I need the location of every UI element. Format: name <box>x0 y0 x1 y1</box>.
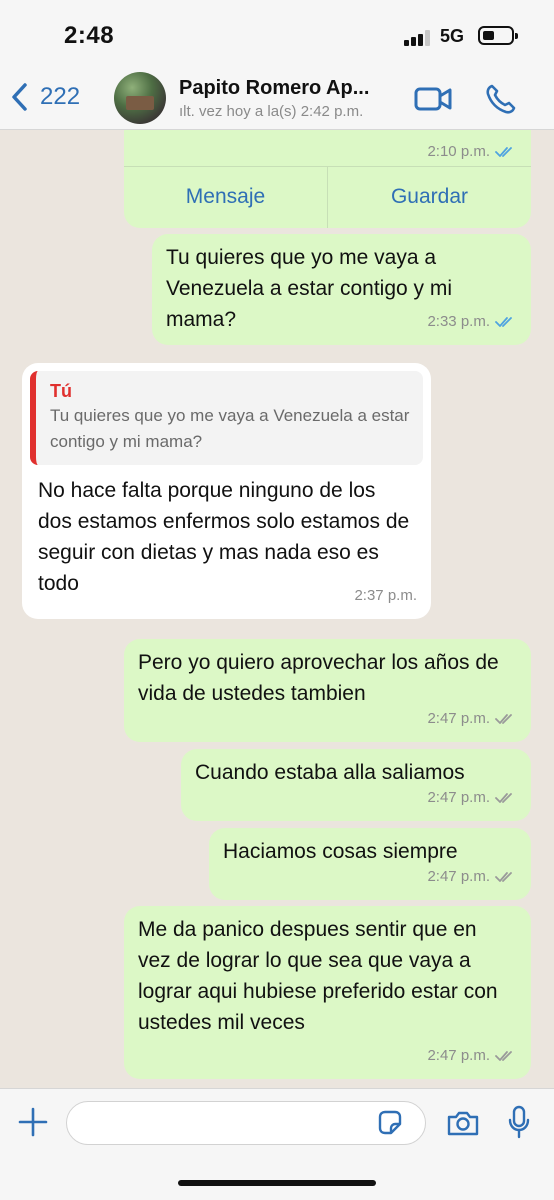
quote-text: Tu quieres que yo me vaya a Venezuela a … <box>50 406 410 451</box>
message-text: Me da panico despues sentir que en vez d… <box>138 918 498 1034</box>
message-time: 2:47 p.m. <box>427 868 490 885</box>
unread-count: 222 <box>40 83 81 110</box>
status-time: 2:48 <box>64 22 115 49</box>
message-time: 2:47 p.m. <box>427 789 490 806</box>
delivered-ticks-icon <box>495 713 512 724</box>
message-bubble-outgoing[interactable]: Cuando estaba alla saliamos 2:47 p.m. <box>181 749 531 821</box>
message-bubble-outgoing[interactable]: Tu quieres que yo me vaya a Venezuela a … <box>152 234 531 345</box>
read-ticks-icon <box>495 316 512 327</box>
attach-button[interactable] <box>18 1107 48 1142</box>
network-type: 5G <box>440 26 465 46</box>
plus-icon <box>18 1107 48 1137</box>
camera-button[interactable] <box>446 1109 480 1142</box>
avatar[interactable] <box>114 72 166 124</box>
chat-header: 222 Papito Romero Ap... ılt. vez hoy a l… <box>0 68 554 130</box>
message-time: 2:10 p.m. <box>427 143 490 160</box>
chat-area[interactable]: 2:10 p.m. Mensaje Guardar Tu quieres que… <box>0 130 554 1088</box>
last-seen-status: ılt. vez hoy a la(s) 2:42 p.m. <box>179 103 364 120</box>
quote-author: Tú <box>50 381 72 401</box>
home-indicator[interactable] <box>178 1180 376 1186</box>
quoted-message[interactable]: Tú Tu quieres que yo me vaya a Venezuela… <box>30 371 423 465</box>
sticker-button[interactable] <box>376 1109 404 1142</box>
message-time: 2:47 p.m. <box>427 1047 490 1064</box>
message-input[interactable] <box>66 1101 426 1145</box>
contact-card: 2:10 p.m. <box>124 130 531 166</box>
voice-call-button[interactable] <box>484 83 516 120</box>
sticker-icon <box>378 1110 402 1135</box>
video-call-button[interactable] <box>414 86 452 117</box>
delivered-ticks-icon <box>495 871 512 882</box>
message-text: Pero yo quiero aprovechar los años de vi… <box>138 651 499 705</box>
message-time: 2:33 p.m. <box>427 313 490 330</box>
message-bubble-incoming[interactable]: Tú Tu quieres que yo me vaya a Venezuela… <box>22 363 431 619</box>
message-contact-button[interactable]: Mensaje <box>124 167 328 228</box>
contact-card-actions: Mensaje Guardar <box>124 166 531 228</box>
back-button[interactable]: 222 <box>10 82 80 112</box>
message-bubble-outgoing[interactable]: Haciamos cosas siempre 2:47 p.m. <box>209 828 531 900</box>
voice-note-button[interactable] <box>507 1105 531 1144</box>
cellular-signal-icon <box>404 30 434 46</box>
message-time: 2:47 p.m. <box>427 710 490 727</box>
delivered-ticks-icon <box>495 792 512 803</box>
contact-name[interactable]: Papito Romero Ap... <box>179 77 369 100</box>
save-contact-button[interactable]: Guardar <box>328 167 531 228</box>
message-bubble-outgoing[interactable]: Me da panico despues sentir que en vez d… <box>124 906 531 1079</box>
read-ticks-icon <box>495 146 512 157</box>
message-bubble-outgoing[interactable]: Pero yo quiero aprovechar los años de vi… <box>124 639 531 742</box>
phone-icon <box>486 84 516 114</box>
status-bar: 2:48 5G <box>0 0 554 68</box>
battery-icon <box>478 26 518 45</box>
delivered-ticks-icon <box>495 1050 512 1061</box>
message-time: 2:37 p.m. <box>354 587 417 604</box>
video-camera-icon <box>414 87 452 111</box>
microphone-icon <box>508 1105 530 1139</box>
camera-icon <box>447 1111 479 1136</box>
chevron-left-icon <box>12 83 27 111</box>
